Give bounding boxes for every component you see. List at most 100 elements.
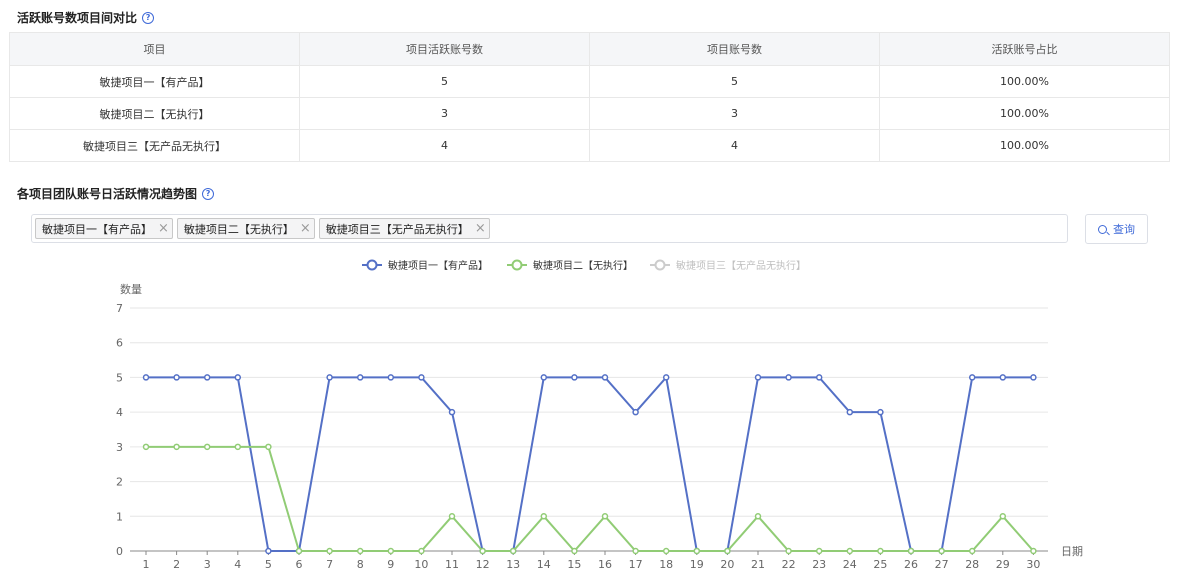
x-tick-label: 25 [873,558,887,571]
cell-project: 敏捷项目一【有产品】 [9,65,300,98]
project-multi-select[interactable]: 敏捷项目一【有产品】 × 敏捷项目二【无执行】 × 敏捷项目三【无产品无执行】 … [31,214,1068,243]
cell-total-accounts: 4 [589,129,880,162]
data-point [632,547,639,555]
x-tick-label: 14 [537,558,551,571]
y-tick-label: 6 [116,337,123,350]
x-tick-label: 10 [414,558,428,571]
table-row: 敏捷项目二【无执行】 3 3 100.00% [9,97,1170,130]
data-point [662,547,670,555]
x-tick-label: 20 [720,558,734,571]
legend-entry: 敏捷项目一【有产品】 [388,259,488,272]
data-point [142,443,150,451]
close-icon[interactable]: × [300,222,311,235]
column-header-active-accounts: 项目活跃账号数 [299,32,590,66]
x-tick-label: 9 [387,558,394,571]
close-icon[interactable]: × [475,222,486,235]
query-button[interactable]: 查询 [1085,214,1148,244]
x-tick-label: 15 [567,558,581,571]
x-tick-label: 24 [843,558,857,571]
x-tick-label: 21 [751,558,765,571]
x-tick-label: 17 [629,558,643,571]
data-point [785,547,792,555]
data-point [877,408,884,416]
y-tick-label: 2 [116,476,123,489]
project-tag-label: 敏捷项目一【有产品】 [42,222,152,236]
y-tick-label: 4 [116,406,123,419]
data-point [968,374,976,381]
data-point [815,374,823,381]
data-point [999,513,1007,520]
legend-marker [366,259,378,271]
cell-active-ratio: 100.00% [879,97,1170,130]
data-point [509,547,517,555]
project-tag: 敏捷项目三【无产品无执行】 × [318,218,490,239]
legend-entry: 敏捷项目三【无产品无执行】 [676,259,806,272]
data-point [326,547,333,555]
project-tag-label: 敏捷项目三【无产品无执行】 [325,222,469,236]
y-tick-label: 3 [116,441,123,454]
x-tick-label: 22 [782,558,796,571]
x-tick-label: 11 [445,558,459,571]
x-tick-label: 13 [506,558,520,571]
data-point [693,547,701,555]
x-tick-label: 6 [296,558,303,571]
data-point [815,547,823,555]
data-point [479,547,486,555]
data-point [203,443,211,451]
data-point [938,547,945,555]
cell-active-ratio: 100.00% [879,129,1170,162]
data-point [418,547,425,555]
data-point [265,443,272,451]
data-point [754,513,762,520]
x-tick-label: 27 [935,558,949,571]
data-point [203,374,211,381]
legend-marker [654,259,666,271]
data-point [601,513,609,520]
data-point [632,408,639,416]
cell-active-accounts: 3 [299,97,590,130]
help-icon[interactable]: ? [142,11,155,24]
data-point [234,374,242,381]
data-point [356,374,364,381]
project-tag: 敏捷项目二【无执行】 × [176,218,315,239]
column-header-total-accounts: 项目账号数 [589,32,880,66]
data-point [907,547,915,555]
column-header-active-ratio: 活跃账号占比 [879,32,1170,66]
x-tick-label: 30 [1026,558,1040,571]
cell-project: 敏捷项目三【无产品无执行】 [9,129,300,162]
data-point [999,374,1007,381]
x-tick-label: 4 [234,558,241,571]
query-button-label: 查询 [1113,223,1135,236]
data-point [448,408,456,416]
cell-project: 敏捷项目二【无执行】 [9,97,300,130]
data-point [234,443,242,451]
x-tick-label: 5 [265,558,272,571]
data-point [173,374,180,381]
comparison-table: 项目 项目活跃账号数 项目账号数 活跃账号占比 敏捷项目一【有产品】 5 5 1… [9,32,1170,162]
x-tick-label: 29 [996,558,1010,571]
y-axis-label: 数量 [120,283,142,296]
data-point [571,547,578,555]
data-point [968,547,976,555]
data-point [540,374,548,381]
data-point [448,513,456,520]
data-point [846,408,854,416]
help-icon[interactable]: ? [202,187,215,200]
data-point [326,374,333,381]
close-icon[interactable]: × [158,222,169,235]
data-point [724,547,731,555]
data-point [540,513,548,520]
data-point [571,374,578,381]
y-tick-label: 0 [116,545,123,558]
data-point [1030,374,1037,381]
x-tick-label: 16 [598,558,612,571]
data-point [142,374,150,381]
project-tag: 敏捷项目一【有产品】 × [35,218,173,239]
data-point [1030,547,1037,555]
x-tick-label: 19 [690,558,704,571]
section-title-comparison-text: 活跃账号数项目间对比 [17,11,138,25]
legend-entry: 敏捷项目二【无执行】 [533,259,633,272]
x-tick-label: 26 [904,558,918,571]
cell-total-accounts: 5 [589,65,880,98]
table-header-row: 项目 项目活跃账号数 项目账号数 活跃账号占比 [9,32,1170,66]
